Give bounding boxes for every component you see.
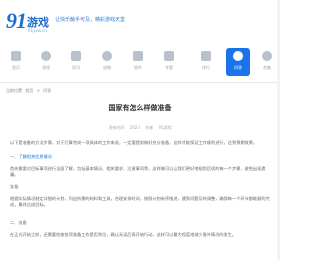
guide-icon — [102, 51, 112, 61]
article-meta: 发布时间 2023 作者 91游戏 — [0, 125, 280, 131]
nav-label: 软件 — [134, 65, 142, 70]
scrollbar[interactable] — [277, 0, 280, 260]
nav-label: 问答 — [234, 65, 242, 70]
breadcrumb-separator: > — [36, 88, 40, 93]
nav-label: 首页 — [12, 65, 20, 70]
site-header: 91 游戏 91yxw.cn 让快乐触手可及，精彩游戏天堂 — [0, 0, 280, 44]
logo-number: 91 — [6, 8, 27, 33]
meta-label: 发布时间 — [108, 125, 125, 130]
nav-item-rank[interactable]: 排行 — [194, 48, 218, 76]
nav-item-game[interactable]: 游戏 — [34, 48, 58, 76]
paragraph: 首先需要对目标事项进行全面了解，包括基本情况、相关要求、注意事项等，这样做可以让… — [10, 166, 266, 177]
breadcrumb-home[interactable]: 首页 — [25, 88, 33, 93]
nav-label: 专题 — [165, 65, 173, 70]
nav-item-news[interactable]: 资讯 — [64, 48, 88, 76]
collection-icon — [262, 51, 272, 61]
nav-label: 攻略 — [103, 65, 111, 70]
nav-item-collection[interactable]: 合集 — [255, 48, 279, 76]
home-icon — [11, 51, 21, 61]
rank-icon — [201, 51, 211, 61]
breadcrumb-current[interactable]: 问答 — [43, 88, 51, 93]
nav-item-guide[interactable]: 攻略 — [95, 48, 119, 76]
logo-url: 91yxw.cn — [28, 28, 47, 33]
apps-icon — [133, 51, 143, 61]
nav-label: 排行 — [202, 65, 210, 70]
topic-icon — [164, 51, 174, 61]
nav-item-apps[interactable]: 软件 — [126, 48, 150, 76]
meta-author: 91游戏 — [158, 125, 172, 130]
nav-label: 合集 — [263, 65, 271, 70]
nav-item-qa[interactable]: 问答 — [226, 48, 250, 76]
nav-item-topic[interactable]: 专题 — [157, 48, 181, 76]
article-title: 国家有怎么样做准备 — [108, 104, 172, 112]
paragraph: 以下是准备的方法步骤，对于打算完成一项具体的工作来说，一定要提前做好充分准备，这… — [10, 140, 258, 145]
meta-date: 2023 — [129, 125, 140, 130]
nav-label: 资讯 — [72, 65, 80, 70]
site-slogan: 让快乐触手可及，精彩游戏天堂 — [55, 17, 126, 23]
main-nav: 首页 游戏 资讯 攻略 软件 专题 排行 问答 合集 — [0, 48, 280, 78]
nav-item-home[interactable]: 首页 — [4, 48, 28, 76]
meta-author-label: 作者 — [145, 125, 154, 130]
breadcrumb-label: 当前位置 — [6, 88, 22, 93]
breadcrumb: 当前位置 首页 > 问答 — [6, 88, 53, 94]
paragraph: 根据实际情况制定详细的计划，列出所需的材料和工具，合理安排时间，按照计划有序推进… — [10, 196, 270, 207]
nav-label: 游戏 — [42, 65, 50, 70]
paragraph: 准备 — [10, 184, 19, 189]
game-icon — [41, 51, 51, 61]
paragraph: 在正式开始之前，还需要检查各项准备工作是否到位，确认无误后再开始行动，这样可以最… — [10, 232, 237, 237]
qa-icon — [233, 51, 243, 61]
nav-divider — [0, 82, 280, 83]
news-icon — [71, 51, 81, 61]
page: 91 游戏 91yxw.cn 让快乐触手可及，精彩游戏天堂 首页 游戏 资讯 攻… — [0, 0, 280, 260]
section-heading: 一、了解相关信息情况 — [10, 154, 52, 159]
section-heading: 二、准备 — [10, 220, 27, 225]
